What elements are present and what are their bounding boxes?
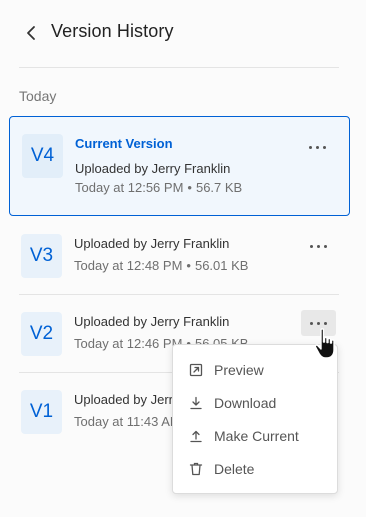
section-label-today: Today	[19, 88, 57, 104]
separator-dot: •	[186, 258, 191, 273]
current-version-label: Current Version	[75, 136, 173, 151]
menu-item-label: Preview	[214, 361, 264, 378]
ellipsis-icon	[310, 321, 313, 325]
version-badge: V1	[21, 390, 62, 434]
version-options-menu: Preview Download Make Current Delete	[172, 344, 338, 494]
menu-item-label: Delete	[214, 460, 255, 477]
menu-item-download[interactable]: Download	[173, 386, 337, 419]
file-size: 56.7 KB	[195, 180, 243, 195]
uploader-text: Uploaded by Jerry Franklin	[74, 314, 230, 329]
version-meta: Today at 11:43 AM	[74, 414, 181, 429]
open-external-icon	[189, 363, 203, 377]
version-meta: Today at 12:56 PM • 56.7 KB	[75, 180, 242, 195]
upload-time: Today at 12:48 PM	[74, 258, 183, 273]
version-badge: V4	[22, 134, 63, 178]
upload-icon	[189, 429, 203, 443]
uploader-text: Uploaded by Jerry Franklin	[74, 236, 230, 251]
more-options-button[interactable]	[300, 134, 335, 160]
chevron-left-icon	[27, 26, 35, 40]
header: Version History	[0, 0, 366, 68]
menu-item-preview[interactable]: Preview	[173, 353, 337, 386]
trash-icon	[189, 462, 203, 476]
more-options-button[interactable]	[301, 233, 336, 259]
separator-dot: •	[187, 180, 192, 195]
version-badge: V3	[21, 234, 62, 278]
menu-item-delete[interactable]: Delete	[173, 452, 337, 485]
ellipsis-dot	[324, 244, 327, 248]
ellipsis-dot	[316, 145, 319, 149]
file-size: 56.01 KB	[194, 258, 249, 273]
ellipsis-dot	[323, 145, 326, 149]
menu-item-label: Download	[214, 394, 277, 411]
ellipsis-icon	[310, 244, 313, 248]
version-meta: Today at 12:48 PM • 56.01 KB	[74, 258, 248, 273]
ellipsis-icon	[309, 145, 312, 149]
upload-time: Today at 11:43 AM	[74, 414, 181, 429]
version-history-panel: Version History Today V4 Current Version…	[0, 0, 366, 517]
upload-time: Today at 12:46 PM	[74, 336, 183, 351]
ellipsis-dot	[317, 321, 320, 325]
more-options-button[interactable]	[301, 310, 336, 336]
download-icon	[189, 396, 203, 410]
back-button[interactable]	[20, 22, 42, 44]
page-title: Version History	[51, 21, 174, 41]
ellipsis-dot	[324, 321, 327, 325]
menu-item-label: Make Current	[214, 427, 299, 444]
version-item-v4[interactable]: V4 Current Version Uploaded by Jerry Fra…	[9, 116, 350, 216]
uploader-text: Uploaded by Jerry Franklin	[75, 161, 231, 176]
divider	[19, 67, 339, 68]
version-badge: V2	[21, 312, 62, 356]
ellipsis-dot	[317, 244, 320, 248]
upload-time: Today at 12:56 PM	[75, 180, 184, 195]
menu-item-make-current[interactable]: Make Current	[173, 419, 337, 452]
